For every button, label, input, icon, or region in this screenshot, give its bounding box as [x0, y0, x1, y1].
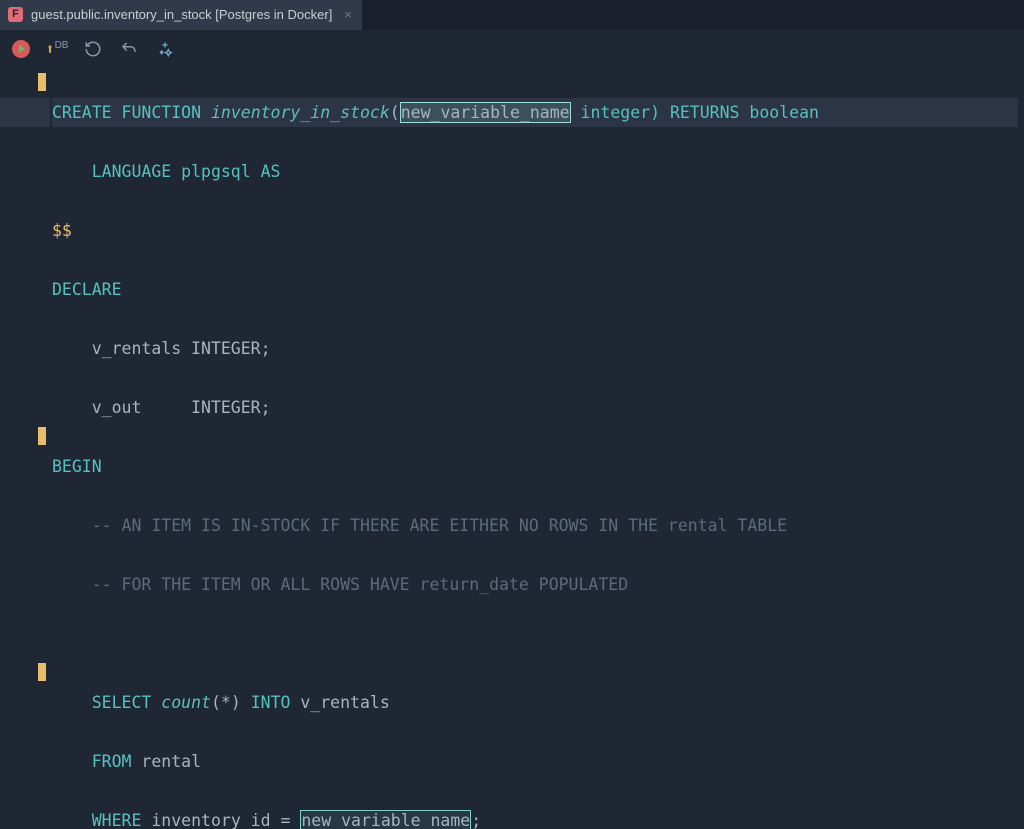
code-line[interactable]: CREATE FUNCTION inventory_in_stock(new_v… — [52, 98, 1018, 128]
tab-bar: F guest.public.inventory_in_stock [Postg… — [0, 0, 1024, 30]
token-function: inventory_in_stock — [211, 103, 390, 122]
code-line[interactable] — [52, 629, 1018, 659]
add-button[interactable] — [154, 38, 176, 60]
token-keyword: WHERE — [52, 811, 151, 829]
change-marker — [38, 73, 46, 91]
code-line[interactable]: BEGIN — [52, 452, 1018, 482]
token-keyword: DECLARE — [52, 280, 122, 299]
code-line[interactable]: v_out INTEGER; — [52, 393, 1018, 423]
token-comment: -- AN ITEM IS IN-STOCK IF THERE ARE EITH… — [52, 516, 787, 535]
token: inventory_id = — [151, 811, 300, 829]
token-comment: -- FOR THE ITEM OR ALL ROWS HAVE return_… — [52, 575, 628, 594]
token-keyword: FROM — [52, 752, 141, 771]
code-line[interactable]: LANGUAGE plpgsql AS — [52, 157, 1018, 187]
token-punc: ; — [471, 811, 481, 829]
token: v_rentals INTEGER; — [52, 339, 271, 358]
token: v_out INTEGER; — [52, 398, 271, 417]
code-line[interactable]: -- FOR THE ITEM OR ALL ROWS HAVE return_… — [52, 570, 1018, 600]
change-marker — [38, 663, 46, 681]
undo-icon — [120, 40, 138, 58]
rename-occurrence-primary[interactable]: new_variable_name — [400, 102, 571, 123]
token-keyword: CREATE FUNCTION — [52, 103, 211, 122]
code-line[interactable]: FROM rental — [52, 747, 1018, 777]
close-icon[interactable]: × — [344, 7, 352, 22]
editor-tab[interactable]: F guest.public.inventory_in_stock [Postg… — [0, 0, 362, 30]
change-marker — [38, 427, 46, 445]
token-keyword: SELECT — [52, 693, 161, 712]
refresh-button[interactable] — [82, 38, 104, 60]
editor-toolbar: ⬆DB — [0, 30, 1024, 68]
undo-button[interactable] — [118, 38, 140, 60]
token: v_rentals — [300, 693, 389, 712]
token-type: integer) — [571, 103, 670, 122]
token: (*) — [211, 693, 251, 712]
code-line[interactable]: v_rentals INTEGER; — [52, 334, 1018, 364]
token-function: count — [161, 693, 211, 712]
editor[interactable]: CREATE FUNCTION inventory_in_stock(new_v… — [0, 68, 1024, 829]
token-dollar: $$ — [52, 221, 72, 240]
code-line[interactable]: WHERE inventory_id = new_variable_name; — [52, 806, 1018, 829]
tab-title: guest.public.inventory_in_stock [Postgre… — [31, 7, 332, 22]
token-keyword: LANGUAGE plpgsql AS — [52, 162, 280, 181]
upload-button[interactable]: ⬆DB — [46, 38, 68, 60]
play-icon — [12, 40, 30, 58]
token-keyword: INTO — [251, 693, 301, 712]
function-icon: F — [8, 7, 23, 22]
plus-spark-icon — [157, 41, 173, 57]
code-line[interactable]: $$ — [52, 216, 1018, 246]
code-line[interactable]: DECLARE — [52, 275, 1018, 305]
token-type: boolean — [749, 103, 819, 122]
db-badge: DB — [55, 40, 69, 51]
token-punc: ( — [390, 103, 400, 122]
code-area[interactable]: CREATE FUNCTION inventory_in_stock(new_v… — [50, 68, 1024, 829]
gutter — [0, 68, 50, 829]
code-line[interactable]: SELECT count(*) INTO v_rentals — [52, 688, 1018, 718]
code-line[interactable]: -- AN ITEM IS IN-STOCK IF THERE ARE EITH… — [52, 511, 1018, 541]
run-button[interactable] — [10, 38, 32, 60]
rename-occurrence[interactable]: new_variable_name — [300, 810, 471, 829]
token: rental — [141, 752, 201, 771]
token-keyword: RETURNS — [670, 103, 749, 122]
refresh-icon — [84, 40, 102, 58]
arrow-up-icon: ⬆ — [46, 40, 55, 58]
token-keyword: BEGIN — [52, 457, 102, 476]
